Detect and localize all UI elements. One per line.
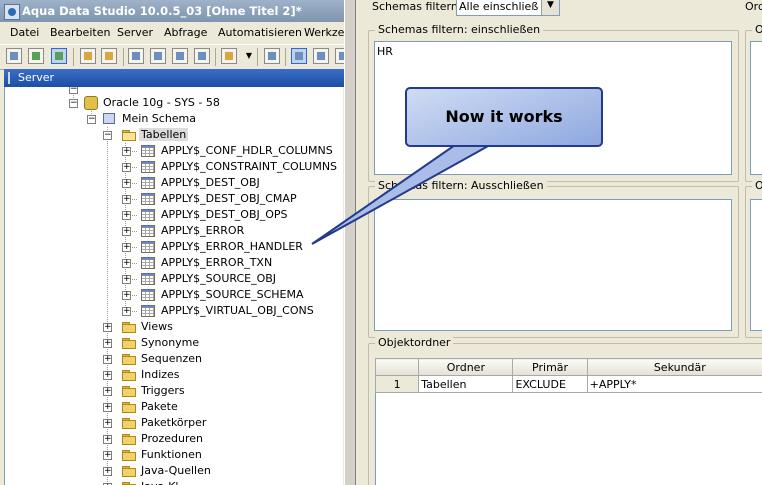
callout-pointer bbox=[311, 144, 494, 245]
callout-bubble: Now it works bbox=[405, 87, 603, 147]
callout-text: Now it works bbox=[445, 107, 563, 126]
